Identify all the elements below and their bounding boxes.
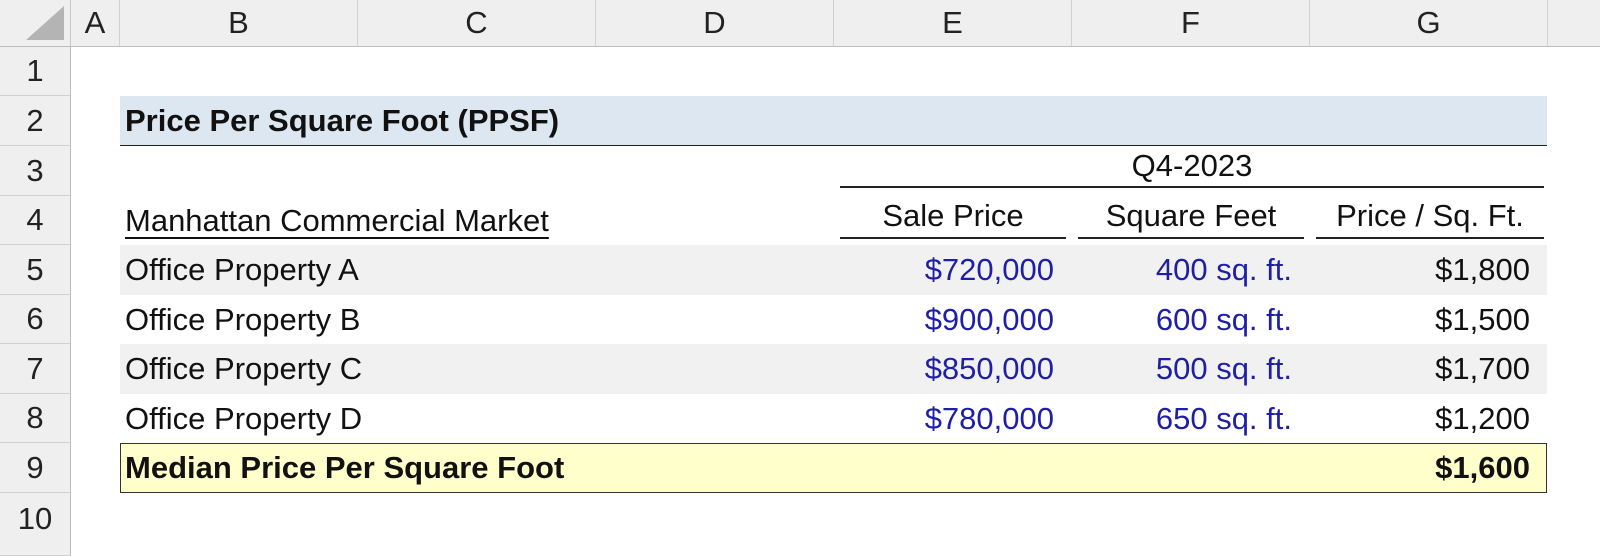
- row-header-3[interactable]: 3: [0, 146, 71, 196]
- column-header-g[interactable]: G: [1310, 0, 1548, 47]
- price-per-sqft-value[interactable]: $1,500: [1316, 295, 1530, 345]
- median-label[interactable]: Median Price Per Square Foot: [125, 443, 825, 493]
- property-name[interactable]: Office Property B: [125, 295, 825, 345]
- market-label[interactable]: Manhattan Commercial Market: [125, 196, 825, 246]
- median-value[interactable]: $1,600: [1316, 443, 1530, 493]
- row-header-10[interactable]: 10: [0, 493, 71, 556]
- row-header-7[interactable]: 7: [0, 344, 71, 394]
- sale-price-value[interactable]: $900,000: [840, 295, 1054, 345]
- row-header-2[interactable]: 2: [0, 96, 71, 146]
- row-header-4[interactable]: 4: [0, 196, 71, 245]
- price-per-sqft-value[interactable]: $1,200: [1316, 394, 1530, 444]
- period-label[interactable]: Q4-2023: [840, 142, 1544, 190]
- price-per-sqft-value[interactable]: $1,800: [1316, 245, 1530, 295]
- row-header-8[interactable]: 8: [0, 394, 71, 443]
- row-header-9[interactable]: 9: [0, 443, 71, 493]
- sale-price-value[interactable]: $720,000: [840, 245, 1054, 295]
- sale-price-value[interactable]: $850,000: [840, 344, 1054, 394]
- table-title[interactable]: Price Per Square Foot (PPSF): [125, 96, 825, 146]
- row-header-5[interactable]: 5: [0, 245, 71, 295]
- spreadsheet: A B C D E F G 1 2 3 4 5 6 7 8 9 10 Price…: [0, 0, 1600, 556]
- column-header-e[interactable]: E: [834, 0, 1072, 47]
- column-header-blank: [1548, 0, 1600, 47]
- square-feet-header[interactable]: Square Feet: [1078, 192, 1304, 240]
- property-name[interactable]: Office Property C: [125, 344, 825, 394]
- price-per-sqft-value[interactable]: $1,700: [1316, 344, 1530, 394]
- square-feet-value[interactable]: 400 sq. ft.: [1078, 245, 1292, 295]
- column-header-b[interactable]: B: [120, 0, 358, 47]
- square-feet-value[interactable]: 600 sq. ft.: [1078, 295, 1292, 345]
- select-all-corner[interactable]: [0, 0, 71, 47]
- column-header-f[interactable]: F: [1072, 0, 1310, 47]
- property-name[interactable]: Office Property A: [125, 245, 825, 295]
- square-feet-value[interactable]: 500 sq. ft.: [1078, 344, 1292, 394]
- select-all-icon: [26, 6, 64, 40]
- sale-price-value[interactable]: $780,000: [840, 394, 1054, 444]
- price-per-sqft-header[interactable]: Price / Sq. Ft.: [1316, 192, 1544, 240]
- sale-price-header[interactable]: Sale Price: [840, 192, 1066, 240]
- column-header-c[interactable]: C: [358, 0, 596, 47]
- column-header-a[interactable]: A: [71, 0, 120, 47]
- column-header-d[interactable]: D: [596, 0, 834, 47]
- row-header-1[interactable]: 1: [0, 47, 71, 96]
- square-feet-value[interactable]: 650 sq. ft.: [1078, 394, 1292, 444]
- property-name[interactable]: Office Property D: [125, 394, 825, 444]
- row-header-6[interactable]: 6: [0, 295, 71, 344]
